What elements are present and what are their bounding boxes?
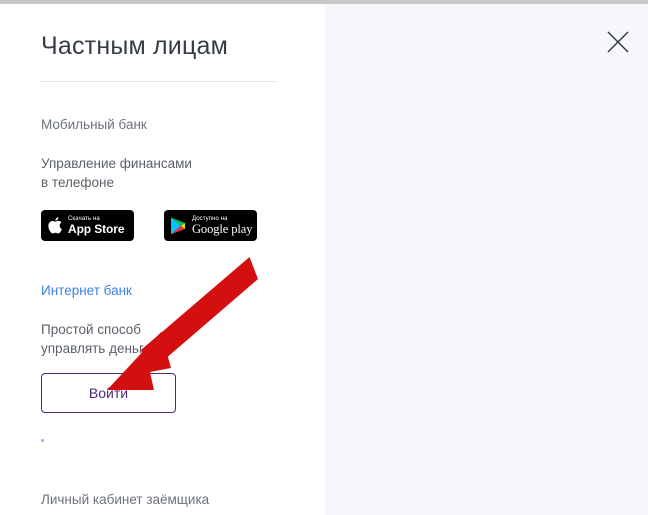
- close-button[interactable]: [606, 30, 630, 54]
- borrower-account-label[interactable]: Личный кабинет заёмщика: [41, 492, 209, 507]
- bullet-dot: [41, 439, 44, 442]
- app-store-badge-personal[interactable]: Скачать на App Store: [41, 210, 134, 241]
- internet-bank-link-personal[interactable]: Интернет банк: [41, 283, 132, 298]
- google-play-badge-personal[interactable]: Доступно на Google play: [164, 210, 257, 241]
- close-icon: [607, 31, 629, 53]
- google-play-badge-small-personal: Доступно на: [192, 215, 228, 222]
- column-personal: Частным лицам Мобильный банк Управление …: [0, 4, 325, 515]
- login-button-personal[interactable]: Войти: [41, 373, 176, 413]
- google-play-badge-big-personal: Google play: [192, 221, 253, 236]
- section-desc-mobile-bank-personal: Управление финансами в телефоне: [41, 156, 192, 190]
- apple-icon: [48, 217, 62, 234]
- column-business: Бизнесу Мобильный банк для Бизнеса Финан…: [325, 4, 648, 515]
- section-title-mobile-bank-personal: Мобильный банк: [41, 117, 147, 132]
- page-title-personal: Частным лицам: [41, 32, 228, 60]
- app-store-badge-big-personal: App Store: [68, 222, 125, 236]
- internet-bank-desc-personal: Простой способ управлять деньгами: [41, 322, 168, 356]
- app-store-badge-text-personal: Скачать на App Store: [68, 216, 125, 236]
- divider-personal: [41, 81, 277, 82]
- modal-dialog: Частным лицам Мобильный банк Управление …: [0, 0, 648, 515]
- google-play-badge-text-personal: Доступно на Google play: [192, 216, 252, 236]
- google-play-icon: [170, 217, 186, 235]
